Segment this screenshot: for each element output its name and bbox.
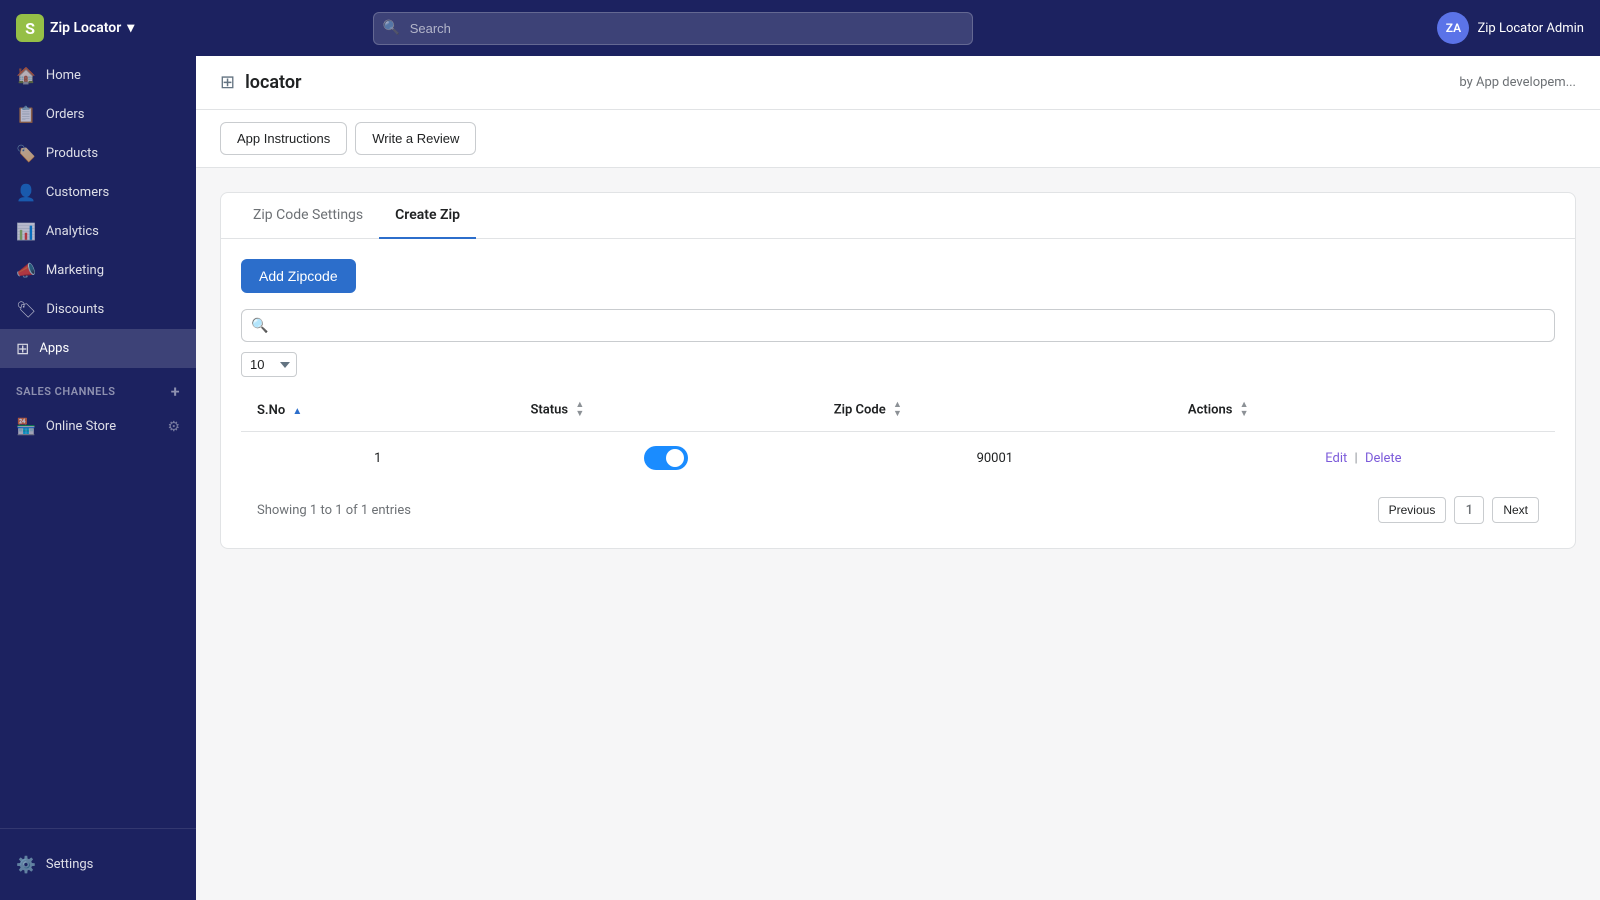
page-title-icon: ⊞ <box>220 72 235 93</box>
per-page-select: 10 25 50 100 <box>241 352 1555 377</box>
page-title: locator <box>245 72 301 93</box>
settings-icon: ⚙️ <box>16 855 36 874</box>
table-row: 1 90001 Edit | <box>241 432 1555 485</box>
table-search: 🔍 <box>241 309 1555 342</box>
orders-icon: 📋 <box>16 105 36 124</box>
top-nav: S Zip Locator ▾ 🔍 ZA Zip Locator Admin <box>0 0 1600 56</box>
write-review-button[interactable]: Write a Review <box>355 122 476 155</box>
col-header-status[interactable]: Status ▲▼ <box>514 389 817 432</box>
status-toggle[interactable] <box>644 446 688 470</box>
sort-icon-sno: ▲ <box>292 406 302 417</box>
delete-link[interactable]: Delete <box>1365 451 1402 466</box>
tab-create-zip[interactable]: Create Zip <box>379 193 476 239</box>
brand-dropdown-icon: ▾ <box>127 20 134 36</box>
cell-sno: 1 <box>241 432 514 485</box>
sidebar-item-label: Apps <box>39 341 69 356</box>
table-search-input[interactable] <box>241 309 1555 342</box>
sidebar-item-analytics[interactable]: 📊 Analytics <box>0 212 196 251</box>
page-header: ⊞ locator by App developem... <box>196 56 1600 110</box>
col-header-zipcode[interactable]: Zip Code ▲▼ <box>818 389 1172 432</box>
avatar[interactable]: ZA <box>1437 12 1469 44</box>
discounts-icon: 🏷 <box>16 300 36 319</box>
sidebar-item-marketing[interactable]: 📣 Marketing <box>0 251 196 290</box>
edit-link[interactable]: Edit <box>1325 451 1347 466</box>
search-icon: 🔍 <box>383 20 400 36</box>
pagination-next-button[interactable]: Next <box>1492 497 1539 523</box>
sidebar-item-label: Online Store <box>46 419 116 434</box>
search-input[interactable] <box>373 12 973 45</box>
sidebar: 🏠 Home 📋 Orders 🏷️ Products 👤 Customers … <box>0 56 196 900</box>
sidebar-item-home[interactable]: 🏠 Home <box>0 56 196 95</box>
toggle-slider <box>644 446 688 470</box>
table-header-row: S.No ▲ Status ▲▼ Zip Code ▲▼ <box>241 389 1555 432</box>
sidebar-item-products[interactable]: 🏷️ Products <box>0 134 196 173</box>
sidebar-item-label: Orders <box>46 107 85 122</box>
analytics-icon: 📊 <box>16 222 36 241</box>
search-area: 🔍 <box>373 12 973 45</box>
sidebar-item-label: Products <box>46 146 98 161</box>
sort-icon-status: ▲▼ <box>575 401 584 419</box>
pagination-controls: Previous 1 Next <box>1378 496 1539 524</box>
tab-zip-code-settings[interactable]: Zip Code Settings <box>237 193 379 239</box>
sidebar-item-label: Customers <box>46 185 109 200</box>
col-header-sno[interactable]: S.No ▲ <box>241 389 514 432</box>
per-page-dropdown[interactable]: 10 25 50 100 <box>241 352 297 377</box>
top-nav-right: ZA Zip Locator Admin <box>1437 12 1584 44</box>
cell-status <box>514 432 817 485</box>
sidebar-item-discounts[interactable]: 🏷 Discounts <box>0 290 196 329</box>
sidebar-item-label: Analytics <box>46 224 99 239</box>
main-layout: 🏠 Home 📋 Orders 🏷️ Products 👤 Customers … <box>0 56 1600 900</box>
add-zipcode-button[interactable]: Add Zipcode <box>241 259 356 293</box>
action-buttons: App Instructions Write a Review <box>196 110 1600 168</box>
cell-actions: Edit | Delete <box>1172 432 1555 485</box>
admin-name: Zip Locator Admin <box>1477 21 1584 36</box>
table-search-icon: 🔍 <box>251 318 268 334</box>
tab-content-create-zip: Add Zipcode 🔍 10 25 50 100 <box>221 239 1575 548</box>
sort-icon-zipcode: ▲▼ <box>893 401 902 419</box>
sidebar-item-orders[interactable]: 📋 Orders <box>0 95 196 134</box>
col-header-actions[interactable]: Actions ▲▼ <box>1172 389 1555 432</box>
sidebar-item-label: Marketing <box>46 263 104 278</box>
sort-icon-actions: ▲▼ <box>1240 401 1249 419</box>
page-subtitle: by App developem... <box>1459 75 1576 90</box>
apps-icon: ⊞ <box>16 339 29 358</box>
sidebar-item-label: Settings <box>46 857 93 872</box>
pagination-current-page: 1 <box>1454 496 1484 524</box>
sidebar-item-settings[interactable]: ⚙️ Settings <box>0 845 196 884</box>
brand[interactable]: S Zip Locator ▾ <box>16 14 134 42</box>
online-store-icon: 🏪 <box>16 417 36 436</box>
pagination: Showing 1 to 1 of 1 entries Previous 1 N… <box>241 484 1555 528</box>
sales-channels-header: SALES CHANNELS + <box>0 368 196 407</box>
app-instructions-button[interactable]: App Instructions <box>220 122 347 155</box>
pagination-previous-button[interactable]: Previous <box>1378 497 1447 523</box>
sidebar-item-customers[interactable]: 👤 Customers <box>0 173 196 212</box>
online-store-settings-icon[interactable]: ⚙ <box>167 419 180 435</box>
sidebar-item-label: Discounts <box>46 302 104 317</box>
data-table: S.No ▲ Status ▲▼ Zip Code ▲▼ <box>241 389 1555 484</box>
marketing-icon: 📣 <box>16 261 36 280</box>
pagination-info: Showing 1 to 1 of 1 entries <box>257 503 411 518</box>
customers-icon: 👤 <box>16 183 36 202</box>
cell-zipcode: 90001 <box>818 432 1172 485</box>
products-icon: 🏷️ <box>16 144 36 163</box>
sales-channels-add-icon[interactable]: + <box>171 382 180 401</box>
brand-name: Zip Locator <box>50 20 121 36</box>
sales-channels-label: SALES CHANNELS <box>16 385 116 398</box>
sidebar-item-label: Home <box>46 68 81 83</box>
main-card: Zip Code Settings Create Zip Add Zipcode… <box>220 192 1576 549</box>
home-icon: 🏠 <box>16 66 36 85</box>
shopify-icon: S <box>16 14 44 42</box>
sidebar-item-apps[interactable]: ⊞ Apps <box>0 329 196 368</box>
tabs: Zip Code Settings Create Zip <box>221 193 1575 239</box>
sidebar-item-online-store[interactable]: 🏪 Online Store ⚙ <box>0 407 196 446</box>
content: ⊞ locator by App developem... App Instru… <box>196 56 1600 900</box>
page-title-row: ⊞ locator <box>220 72 302 93</box>
sidebar-bottom: ⚙️ Settings <box>0 828 196 884</box>
action-separator: | <box>1355 451 1358 466</box>
main-content: Zip Code Settings Create Zip Add Zipcode… <box>196 168 1600 573</box>
